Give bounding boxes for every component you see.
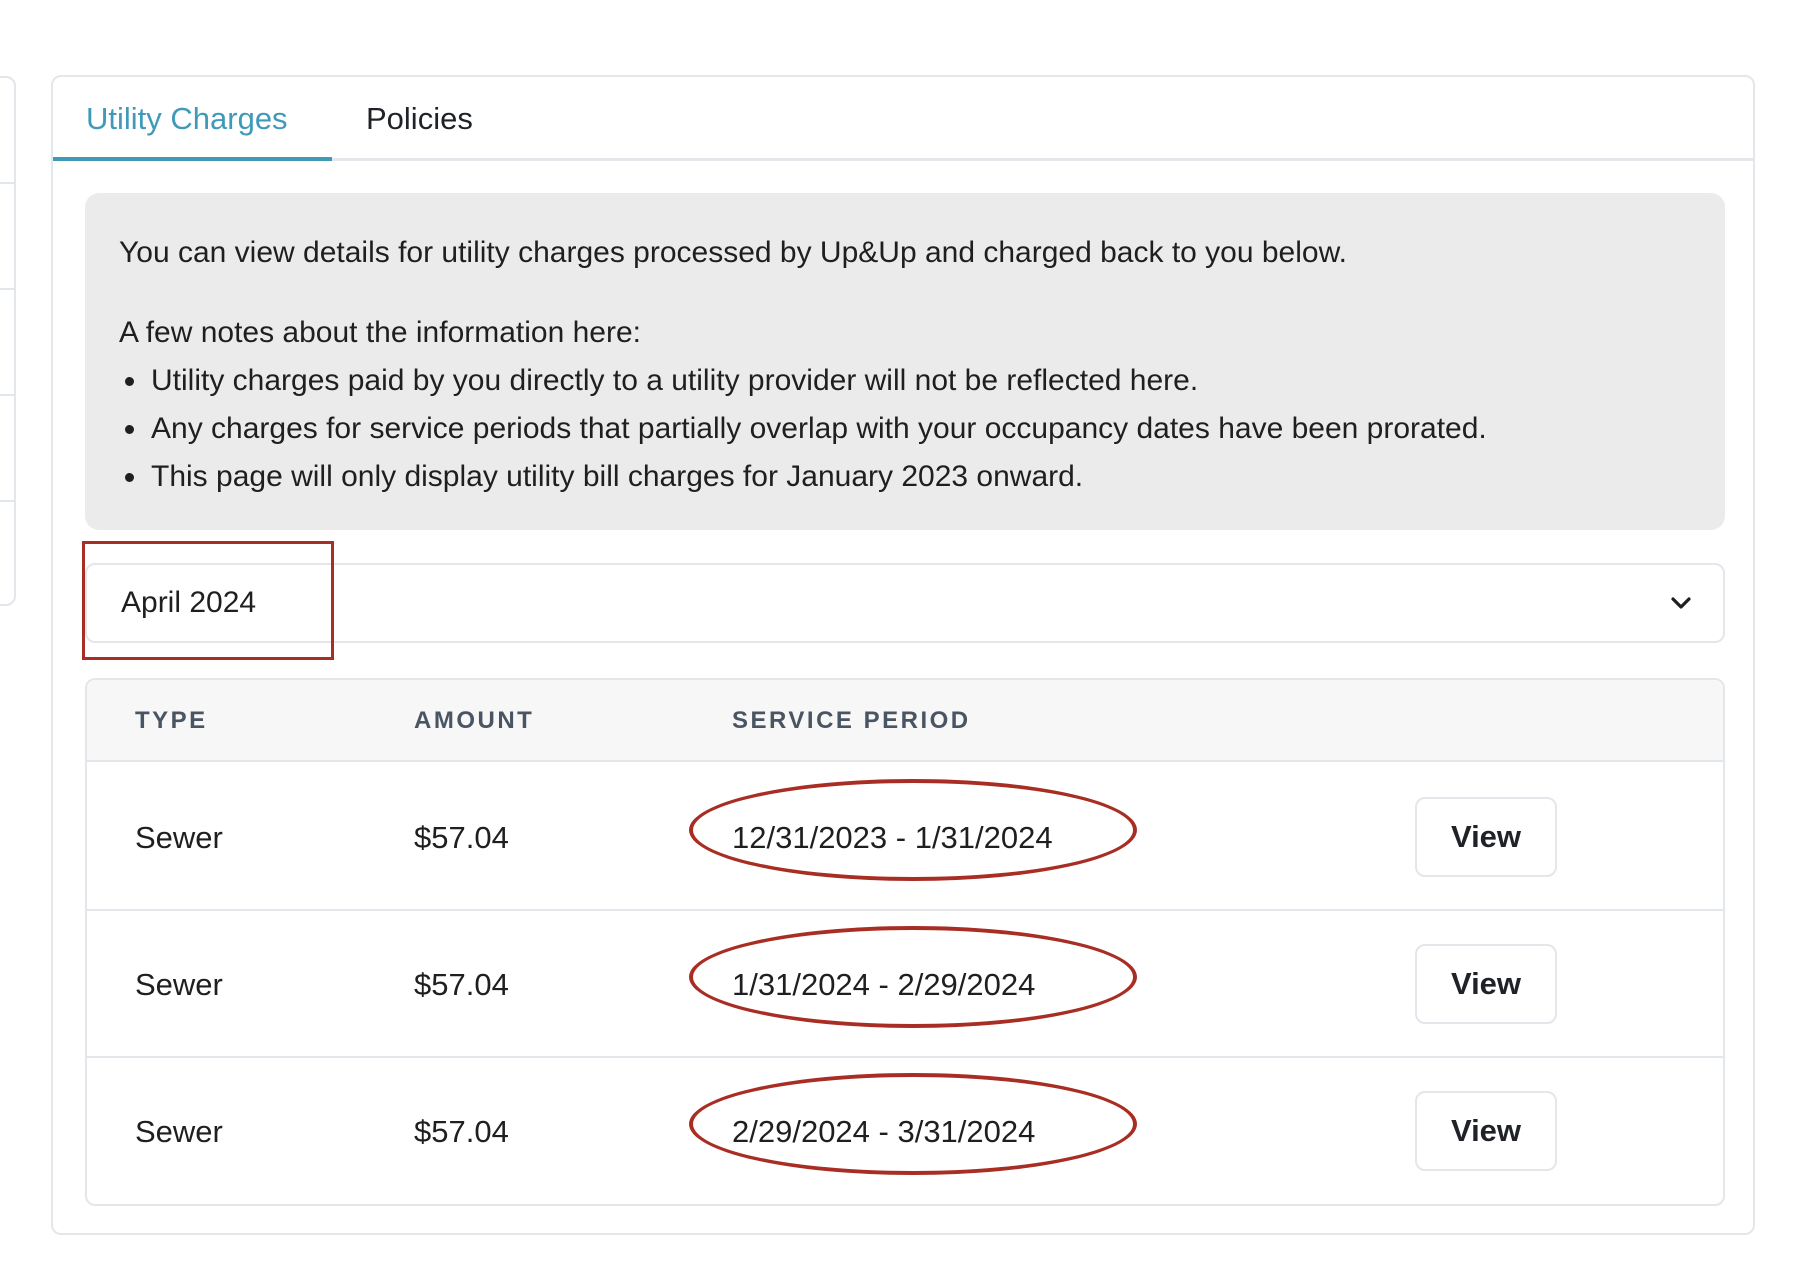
left-side-panel xyxy=(0,76,16,606)
cell-amount: $57.04 xyxy=(414,820,509,855)
chevron-down-icon xyxy=(1671,597,1691,609)
cell-type: Sewer xyxy=(135,820,223,855)
active-tab-indicator xyxy=(53,157,332,161)
utility-card: Utility Charges Policies You can view de… xyxy=(51,75,1755,1235)
note-item: Utility charges paid by you directly to … xyxy=(119,357,1691,405)
note-item: Any charges for service periods that par… xyxy=(119,405,1691,453)
tab-bar: Utility Charges Policies xyxy=(53,77,1753,161)
cell-type: Sewer xyxy=(135,967,223,1002)
notes-list: Utility charges paid by you directly to … xyxy=(119,357,1691,501)
panel-divider xyxy=(0,182,16,184)
cell-type: Sewer xyxy=(135,1114,223,1149)
view-button[interactable]: View xyxy=(1415,944,1557,1024)
table-row: Sewer $57.04 12/31/2023 - 1/31/2024 View xyxy=(87,764,1723,911)
cell-service-period: 1/31/2024 - 2/29/2024 xyxy=(732,967,1036,1002)
month-select[interactable]: April 2024 xyxy=(85,563,1725,643)
note-item: This page will only display utility bill… xyxy=(119,453,1691,501)
header-type: TYPE xyxy=(135,707,208,734)
cell-amount: $57.04 xyxy=(414,1114,509,1149)
header-service-period: SERVICE PERIOD xyxy=(732,707,971,734)
cell-service-period: 2/29/2024 - 3/31/2024 xyxy=(732,1114,1036,1149)
info-callout: You can view details for utility charges… xyxy=(85,193,1725,530)
panel-divider xyxy=(0,394,16,396)
info-intro: You can view details for utility charges… xyxy=(119,236,1347,269)
table-row: Sewer $57.04 2/29/2024 - 3/31/2024 View xyxy=(87,1058,1723,1204)
table-header: TYPE AMOUNT SERVICE PERIOD xyxy=(87,680,1723,762)
panel-divider xyxy=(0,500,16,502)
tab-policies[interactable]: Policies xyxy=(366,77,473,161)
view-button[interactable]: View xyxy=(1415,1091,1557,1171)
panel-divider xyxy=(0,288,16,290)
notes-heading: A few notes about the information here: xyxy=(119,316,641,349)
cell-service-period: 12/31/2023 - 1/31/2024 xyxy=(732,820,1053,855)
cell-amount: $57.04 xyxy=(414,967,509,1002)
month-select-value: April 2024 xyxy=(121,586,257,619)
table-row: Sewer $57.04 1/31/2024 - 2/29/2024 View xyxy=(87,911,1723,1058)
header-amount: AMOUNT xyxy=(414,707,535,734)
charges-table: TYPE AMOUNT SERVICE PERIOD Sewer $57.04 … xyxy=(85,678,1725,1206)
tab-utility-charges[interactable]: Utility Charges xyxy=(86,77,288,161)
view-button[interactable]: View xyxy=(1415,797,1557,877)
